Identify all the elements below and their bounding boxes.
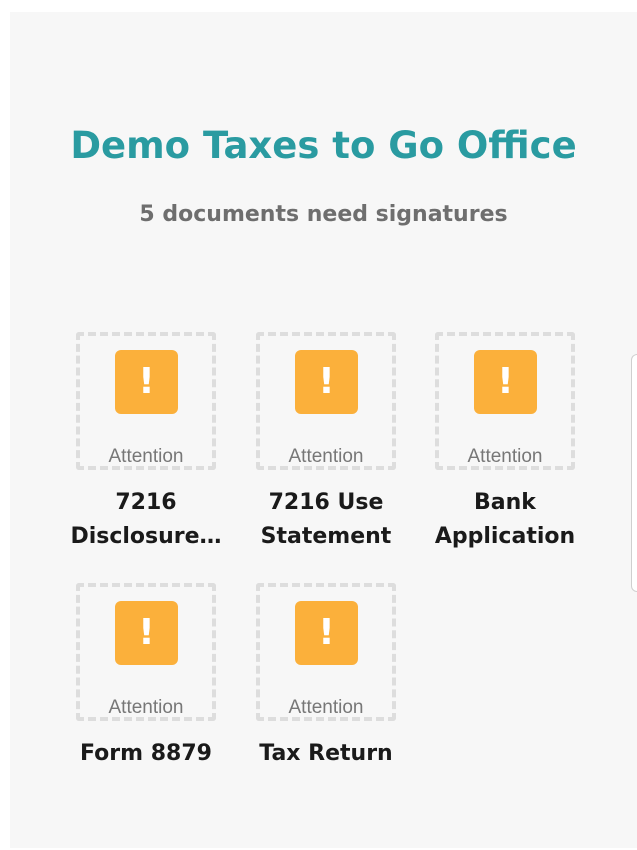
document-thumbnail[interactable]: ! Attention xyxy=(256,332,396,470)
document-status: Attention xyxy=(288,697,364,718)
pending-signatures-summary: 5 documents need signatures xyxy=(139,202,508,227)
document-tile-7216-use-statement[interactable]: ! Attention 7216 Use Statement xyxy=(235,332,417,554)
document-name-line: 7216 Use xyxy=(268,490,384,515)
signing-portal-card: Demo Taxes to Go Office 5 documents need… xyxy=(10,12,637,848)
document-name[interactable]: Bank Application xyxy=(414,486,596,554)
office-title: Demo Taxes to Go Office xyxy=(70,124,577,167)
document-status: Attention xyxy=(467,446,543,467)
document-name-line: Disclosure… xyxy=(70,524,222,549)
document-name[interactable]: 7216 Disclosure… xyxy=(55,486,237,554)
document-name[interactable]: Tax Return xyxy=(235,737,417,771)
document-tile-tax-return[interactable]: ! Attention Tax Return xyxy=(235,583,417,771)
exclamation-warning-icon: ! xyxy=(295,350,358,414)
document-tile-form-8879[interactable]: ! Attention Form 8879 xyxy=(55,583,237,771)
document-name-line: Form 8879 xyxy=(80,741,212,766)
document-name-line: Bank xyxy=(474,490,536,515)
document-thumbnail[interactable]: ! Attention xyxy=(256,583,396,721)
document-name-line: Statement xyxy=(260,524,392,549)
document-thumbnail[interactable]: ! Attention xyxy=(76,332,216,470)
document-name-line: Tax Return xyxy=(259,741,393,766)
document-tile-7216-disclosure[interactable]: ! Attention 7216 Disclosure… xyxy=(55,332,237,554)
exclamation-warning-icon: ! xyxy=(474,350,537,414)
document-thumbnail[interactable]: ! Attention xyxy=(435,332,575,470)
edge-panel-handle[interactable] xyxy=(631,354,637,592)
document-name[interactable]: Form 8879 xyxy=(55,737,237,771)
exclamation-warning-icon: ! xyxy=(115,601,178,665)
document-tile-bank-application[interactable]: ! Attention Bank Application xyxy=(414,332,596,554)
document-status: Attention xyxy=(288,446,364,467)
document-name[interactable]: 7216 Use Statement xyxy=(235,486,417,554)
document-name-line: 7216 xyxy=(115,490,177,515)
document-name-line: Application xyxy=(434,524,576,549)
document-status: Attention xyxy=(108,697,184,718)
exclamation-warning-icon: ! xyxy=(295,601,358,665)
exclamation-warning-icon: ! xyxy=(115,350,178,414)
document-thumbnail[interactable]: ! Attention xyxy=(76,583,216,721)
document-status: Attention xyxy=(108,446,184,467)
